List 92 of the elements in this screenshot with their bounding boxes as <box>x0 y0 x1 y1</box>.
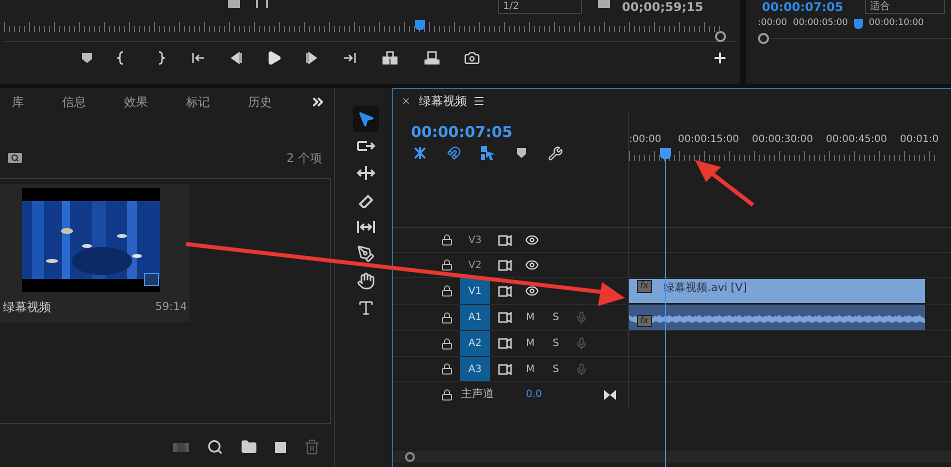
panel-tab[interactable]: 信息 <box>62 93 86 111</box>
sync-lock-icon[interactable] <box>498 260 512 270</box>
camera-icon[interactable] <box>464 50 480 66</box>
playhead-marker[interactable] <box>415 20 425 30</box>
sequence-badge-icon <box>144 273 159 286</box>
panel-tab[interactable]: 效果 <box>124 93 148 111</box>
sequence-title[interactable]: 绿幕视频 <box>419 92 467 110</box>
track-target[interactable]: A2 <box>460 331 490 356</box>
hand-tool-icon[interactable] <box>357 272 375 290</box>
search-icon[interactable] <box>207 439 223 455</box>
lock-icon[interactable] <box>441 388 453 400</box>
clip-name: 绿幕视频 <box>3 299 51 316</box>
timecode: 00;00;59;15 <box>622 0 704 14</box>
playhead-marker[interactable] <box>854 18 863 29</box>
track-target[interactable]: V2 <box>460 253 490 277</box>
eye-icon[interactable] <box>525 233 539 247</box>
ruler-label: 00:00:15:00 <box>678 133 740 147</box>
mute-button[interactable]: M <box>526 336 535 351</box>
master-volume[interactable]: 0.0 <box>526 387 542 402</box>
lock-icon[interactable] <box>441 338 453 350</box>
master-link-icon[interactable] <box>604 390 616 400</box>
scale-dropdown[interactable]: 1/2 <box>498 0 582 14</box>
slip-tool-icon[interactable] <box>356 219 376 235</box>
pen-tool-icon[interactable] <box>357 245 375 263</box>
playhead-marker[interactable] <box>660 148 671 159</box>
track-target[interactable]: A1 <box>460 305 490 330</box>
overwrite-icon[interactable] <box>422 51 442 65</box>
panel-tab[interactable]: 历史 <box>248 93 272 111</box>
track-select-icon[interactable] <box>356 138 376 154</box>
master-track-label: 主声道 <box>461 386 494 402</box>
timeline-timecode[interactable]: 00:00:07:05 <box>411 121 628 144</box>
insert-icon[interactable] <box>380 51 400 65</box>
go-to-out-icon[interactable] <box>342 51 358 65</box>
ripple-edit-icon[interactable] <box>356 165 376 181</box>
scroll-handle[interactable] <box>405 452 415 462</box>
sync-lock-icon[interactable] <box>498 364 512 374</box>
track-target[interactable]: A3 <box>460 357 490 381</box>
snap-magnet-icon[interactable] <box>447 146 461 160</box>
new-bin-icon[interactable] <box>241 439 257 455</box>
lock-icon[interactable] <box>441 234 453 246</box>
annotation-arrow <box>695 160 754 207</box>
panel-tab[interactable]: 库 <box>12 93 24 111</box>
solo-button[interactable]: S <box>552 336 559 351</box>
lock-icon[interactable] <box>441 312 453 324</box>
play-icon[interactable] <box>266 50 282 66</box>
zoom-handle[interactable] <box>715 31 726 42</box>
step-forward-icon[interactable] <box>304 51 320 65</box>
lock-icon[interactable] <box>441 363 453 375</box>
mute-button[interactable]: M <box>526 362 535 376</box>
menu-icon[interactable] <box>473 95 485 107</box>
ruler-label: 00:00:45:00 <box>826 133 888 147</box>
ruler-label: 00:00:30:00 <box>752 133 814 147</box>
item-count: 2 个项 <box>286 150 322 167</box>
sync-lock-icon[interactable] <box>498 338 512 349</box>
panel-tab[interactable]: 标记 <box>186 93 210 111</box>
linked-selection-icon[interactable] <box>481 146 495 160</box>
marker-icon[interactable] <box>517 148 526 158</box>
ruler-label: 00:00:10:00 <box>868 17 924 30</box>
step-back-icon[interactable] <box>228 51 244 65</box>
nest-icon[interactable] <box>413 146 427 160</box>
fx-badge: fx <box>637 280 652 293</box>
mute-button[interactable]: M <box>526 310 535 325</box>
zoom-handle[interactable] <box>758 32 769 44</box>
clip-card[interactable]: 绿幕视频 59:14 <box>0 184 190 322</box>
track-target[interactable]: V3 <box>460 228 490 252</box>
marker-icon[interactable] <box>82 53 92 63</box>
close-icon[interactable] <box>401 96 411 106</box>
eye-icon[interactable] <box>525 258 539 272</box>
clip-duration: 59:14 <box>155 298 187 315</box>
sync-lock-icon[interactable] <box>498 312 512 323</box>
solo-button[interactable]: S <box>552 310 559 325</box>
ruler-label: :00:00 <box>758 17 787 30</box>
solo-button[interactable]: S <box>552 362 559 376</box>
sync-lock-icon[interactable] <box>498 234 512 246</box>
type-tool-icon[interactable] <box>357 299 375 317</box>
track-target[interactable]: V1 <box>460 278 490 304</box>
lock-icon[interactable] <box>441 285 453 297</box>
lock-icon[interactable] <box>441 259 453 271</box>
ruler-label: :00:00 <box>629 133 662 147</box>
new-item-icon[interactable] <box>275 442 286 452</box>
add-button-icon[interactable] <box>712 50 728 66</box>
eye-icon[interactable] <box>525 284 539 298</box>
razor-tool-icon[interactable] <box>356 192 376 208</box>
source-timecode: 00:00:07:05 <box>762 0 844 14</box>
fx-badge: fx <box>637 315 652 327</box>
go-to-in-icon[interactable] <box>190 51 206 65</box>
selection-tool-icon[interactable] <box>357 110 375 128</box>
sync-lock-icon[interactable] <box>498 286 512 296</box>
ruler-label: 00:00:05:00 <box>792 17 848 30</box>
search-bin-icon[interactable] <box>8 153 22 163</box>
ruler-label: 00:01:0 <box>900 133 940 147</box>
fit-dropdown[interactable]: 适合 <box>865 0 946 14</box>
